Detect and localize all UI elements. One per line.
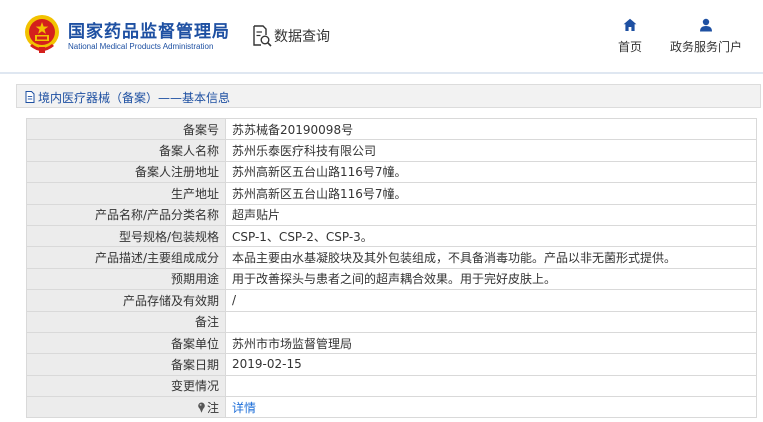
row-value: 苏苏械备20190098号 [225,117,757,141]
breadcrumb: 境内医疗器械（备案）——基本信息 [16,84,761,108]
row-value: 2019-02-15 [225,353,757,376]
row-value: 本品主要由水基凝胶块及其外包装组成，不具备消毒功能。产品以非无菌形式提供。 [225,246,757,269]
data-query-label: 数据查询 [274,29,330,45]
document-icon [25,91,35,103]
row-value: 苏州高新区五台山路116号7幢。 [225,182,757,205]
document-search-icon [253,25,272,47]
table-row: 备案号 苏苏械备20190098号 [26,117,757,141]
details-link[interactable]: 详情 [232,401,256,415]
row-label: 变更情况 [26,374,226,398]
row-label: 预期用途 [26,267,226,291]
pin-icon [198,402,205,413]
row-value: CSP-1、CSP-2、CSP-3。 [225,224,757,248]
table-row: 备案人注册地址 苏州高新区五台山路116号7幢。 [26,160,757,184]
home-icon [623,18,637,31]
nav-service-portal-label: 政务服务门户 [669,40,742,54]
row-value: 用于改善探头与患者之间的超声耦合效果。用于完好皮肤上。 [225,267,757,291]
record-info-table: 备案号 苏苏械备20190098号 备案人名称 苏州乐泰医疗科技有限公司 备案人… [26,117,757,419]
row-value: 超声贴片 [225,203,757,226]
row-label: 生产地址 [26,182,226,205]
table-row: 生产地址 苏州高新区五台山路116号7幢。 [26,182,757,205]
data-query-link[interactable]: 数据查询 [252,24,330,48]
nav-home-label: 首页 [617,40,642,54]
table-row: 备案人名称 苏州乐泰医疗科技有限公司 [26,139,757,162]
row-label: 产品名称/产品分类名称 [26,203,226,226]
row-value [225,374,757,398]
row-value [225,310,757,333]
row-label: 备案日期 [26,353,226,376]
table-row: 产品描述/主要组成成分 本品主要由水基凝胶块及其外包装组成，不具备消毒功能。产品… [26,246,757,269]
row-label: 型号规格/包装规格 [26,224,226,248]
row-value: 苏州乐泰医疗科技有限公司 [225,139,757,162]
header-divider [0,72,763,74]
table-row: 注 详情 [26,396,757,419]
row-label: 注 [206,400,219,415]
user-icon [700,18,712,32]
national-emblem-icon [25,15,59,53]
nav-home[interactable]: 首页 [610,18,650,55]
table-row: 预期用途 用于改善探头与患者之间的超声耦合效果。用于完好皮肤上。 [26,267,757,291]
row-label: 备案号 [26,117,226,141]
site-header: 国家药品监督管理局 National Medical Products Admi… [0,0,763,72]
row-label: 产品描述/主要组成成分 [26,246,226,269]
row-label: 备案人注册地址 [26,160,226,184]
row-value: 苏州高新区五台山路116号7幢。 [225,160,757,184]
table-row: 变更情况 [26,374,757,398]
row-label: 备案人名称 [26,139,226,162]
row-label: 备注 [26,310,226,333]
agency-name-english: National Medical Products Administration [68,42,214,51]
table-row: 产品名称/产品分类名称 超声贴片 [26,203,757,226]
row-label: 产品存储及有效期 [26,289,226,312]
table-row: 备注 [26,310,757,333]
table-row: 备案单位 苏州市市场监督管理局 [26,331,757,355]
note-label-cell: 注 [26,396,226,419]
row-value: 苏州市市场监督管理局 [225,331,757,355]
table-row: 产品存储及有效期 / [26,289,757,312]
agency-name: 国家药品监督管理局 [68,22,230,42]
table-row: 备案日期 2019-02-15 [26,353,757,376]
breadcrumb-title: 境内医疗器械（备案）——基本信息 [38,91,231,105]
nav-service-portal[interactable]: 政务服务门户 [664,18,748,55]
row-label: 备案单位 [26,331,226,355]
table-row: 型号规格/包装规格 CSP-1、CSP-2、CSP-3。 [26,224,757,248]
row-value: 详情 [225,396,757,419]
row-value: / [225,289,757,312]
